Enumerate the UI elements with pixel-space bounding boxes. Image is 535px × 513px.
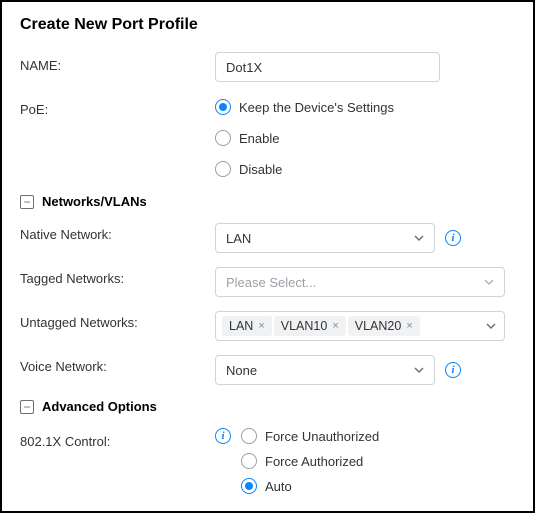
info-icon[interactable]: i <box>215 428 231 444</box>
select-placeholder: Please Select... <box>226 275 316 290</box>
tag-label: VLAN20 <box>355 319 402 333</box>
poe-option-enable[interactable]: Enable <box>215 127 515 149</box>
poe-option-disable[interactable]: Disable <box>215 158 515 180</box>
chevron-down-icon <box>484 277 494 287</box>
chevron-down-icon <box>414 365 424 375</box>
chevron-down-icon <box>486 321 496 331</box>
radio-icon <box>241 453 257 469</box>
section-advanced-options: − Advanced Options <box>20 399 515 414</box>
collapse-toggle[interactable]: − <box>20 400 34 414</box>
section-label: Advanced Options <box>42 399 157 414</box>
info-icon[interactable]: i <box>445 230 461 246</box>
radio-icon <box>241 428 257 444</box>
label-name: NAME: <box>20 52 215 73</box>
minus-icon: − <box>23 196 30 208</box>
poe-option-label: Keep the Device's Settings <box>239 100 394 115</box>
row-name: NAME: <box>20 52 515 82</box>
radio-checked-icon <box>215 99 231 115</box>
native-network-select[interactable]: LAN <box>215 223 435 253</box>
minus-icon: − <box>23 401 30 413</box>
label-poe: PoE: <box>20 96 215 117</box>
tagged-networks-select[interactable]: Please Select... <box>215 267 505 297</box>
section-label: Networks/VLANs <box>42 194 147 209</box>
chevron-down-icon <box>414 233 424 243</box>
dot1x-option-label: Force Authorized <box>265 454 363 469</box>
radio-checked-icon <box>241 478 257 494</box>
poe-option-label: Enable <box>239 131 279 146</box>
label-voice-network: Voice Network: <box>20 355 215 374</box>
tag-chip[interactable]: VLAN20 × <box>348 316 420 336</box>
radio-icon <box>215 130 231 146</box>
row-untagged-networks: Untagged Networks: LAN × VLAN10 × VLAN20… <box>20 311 515 341</box>
select-value: LAN <box>226 231 251 246</box>
name-input[interactable] <box>215 52 440 82</box>
info-icon[interactable]: i <box>445 362 461 378</box>
section-networks-vlans: − Networks/VLANs <box>20 194 515 209</box>
row-native-network: Native Network: LAN i <box>20 223 515 253</box>
untagged-networks-select[interactable]: LAN × VLAN10 × VLAN20 × <box>215 311 505 341</box>
page-title: Create New Port Profile <box>20 16 515 34</box>
remove-tag-icon[interactable]: × <box>406 321 412 332</box>
row-voice-network: Voice Network: None i <box>20 355 515 385</box>
label-native-network: Native Network: <box>20 223 215 242</box>
dot1x-option-label: Auto <box>265 479 292 494</box>
label-8021x: 802.1X Control: <box>20 428 215 449</box>
voice-network-select[interactable]: None <box>215 355 435 385</box>
create-port-profile-panel: Create New Port Profile NAME: PoE: Keep … <box>0 0 535 513</box>
row-tagged-networks: Tagged Networks: Please Select... <box>20 267 515 297</box>
label-untagged-networks: Untagged Networks: <box>20 311 215 330</box>
row-poe: PoE: Keep the Device's Settings Enable D… <box>20 96 515 180</box>
tag-label: LAN <box>229 319 253 333</box>
remove-tag-icon[interactable]: × <box>332 321 338 332</box>
poe-option-keep[interactable]: Keep the Device's Settings <box>215 96 515 118</box>
tag-chip[interactable]: VLAN10 × <box>274 316 346 336</box>
tag-label: VLAN10 <box>281 319 328 333</box>
label-tagged-networks: Tagged Networks: <box>20 267 215 286</box>
dot1x-option-force-authorized[interactable]: Force Authorized <box>215 453 515 469</box>
poe-option-label: Disable <box>239 162 282 177</box>
dot1x-option-auto[interactable]: Auto <box>215 478 515 494</box>
row-8021x-control: 802.1X Control: i Force Unauthorized For… <box>20 428 515 494</box>
dot1x-option-label: Force Unauthorized <box>265 429 379 444</box>
select-value: None <box>226 363 257 378</box>
tag-chip[interactable]: LAN × <box>222 316 272 336</box>
radio-icon <box>215 161 231 177</box>
dot1x-option-force-unauthorized[interactable]: i Force Unauthorized <box>215 428 515 444</box>
collapse-toggle[interactable]: − <box>20 195 34 209</box>
remove-tag-icon[interactable]: × <box>258 321 264 332</box>
